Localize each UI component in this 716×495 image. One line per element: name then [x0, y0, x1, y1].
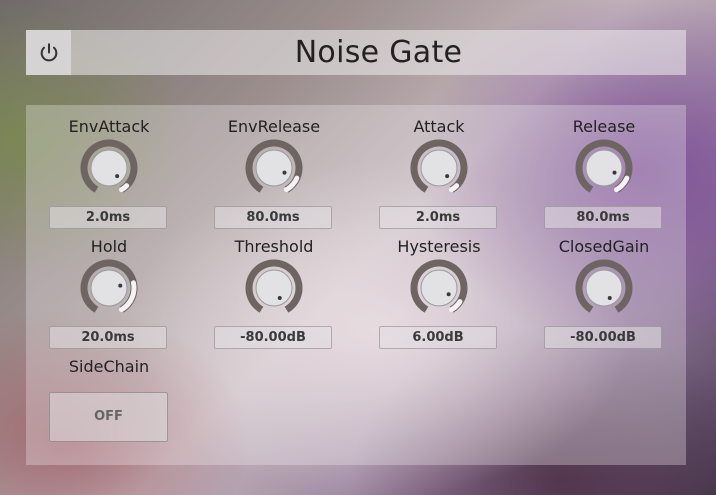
- closedgain-value[interactable]: -80.00dB: [544, 326, 662, 349]
- knob-indicator: [282, 170, 287, 175]
- envrelease-label: EnvRelease: [227, 117, 321, 136]
- threshold-value[interactable]: -80.00dB: [214, 326, 332, 349]
- closedgain-label: ClosedGain: [558, 237, 650, 256]
- release-label: Release: [572, 117, 636, 136]
- hysteresis-value[interactable]: 6.00dB: [379, 326, 497, 349]
- knob-indicator: [277, 295, 282, 300]
- knob-indicator: [446, 292, 451, 297]
- release-value[interactable]: 80.0ms: [544, 206, 662, 229]
- sidechain-label: SideChain: [68, 357, 150, 376]
- attack-value[interactable]: 2.0ms: [379, 206, 497, 229]
- knob-face: [420, 269, 458, 307]
- attack-label: Attack: [413, 117, 465, 136]
- knob-value-arc: [449, 183, 460, 193]
- power-icon: [40, 42, 57, 61]
- knob-face: [255, 149, 293, 187]
- header-bar: Noise Gate: [26, 30, 686, 75]
- hysteresis-knob[interactable]: [410, 259, 468, 317]
- plugin-title: Noise Gate: [294, 35, 463, 70]
- knob-face: [255, 269, 293, 307]
- release-knob[interactable]: [575, 139, 633, 197]
- power-button[interactable]: [26, 30, 71, 75]
- envrelease-knob[interactable]: [245, 139, 303, 197]
- knob-indicator: [607, 295, 612, 300]
- hysteresis-label: Hysteresis: [397, 237, 481, 256]
- threshold-knob[interactable]: [245, 259, 303, 317]
- knob-indicator: [612, 170, 617, 175]
- sidechain-toggle-button[interactable]: OFF: [49, 392, 168, 442]
- param-sidechain: SideChain OFF: [49, 105, 169, 445]
- parameters-panel: EnvAttack 2.0ms EnvRelease 80.0ms Attack…: [26, 105, 686, 465]
- closedgain-knob[interactable]: [575, 259, 633, 317]
- envrelease-value[interactable]: 80.0ms: [214, 206, 332, 229]
- threshold-label: Threshold: [234, 237, 314, 256]
- attack-knob[interactable]: [410, 139, 468, 197]
- knob-face: [420, 149, 458, 187]
- knob-face: [585, 269, 623, 307]
- knob-face: [585, 149, 623, 187]
- knob-indicator: [445, 174, 450, 179]
